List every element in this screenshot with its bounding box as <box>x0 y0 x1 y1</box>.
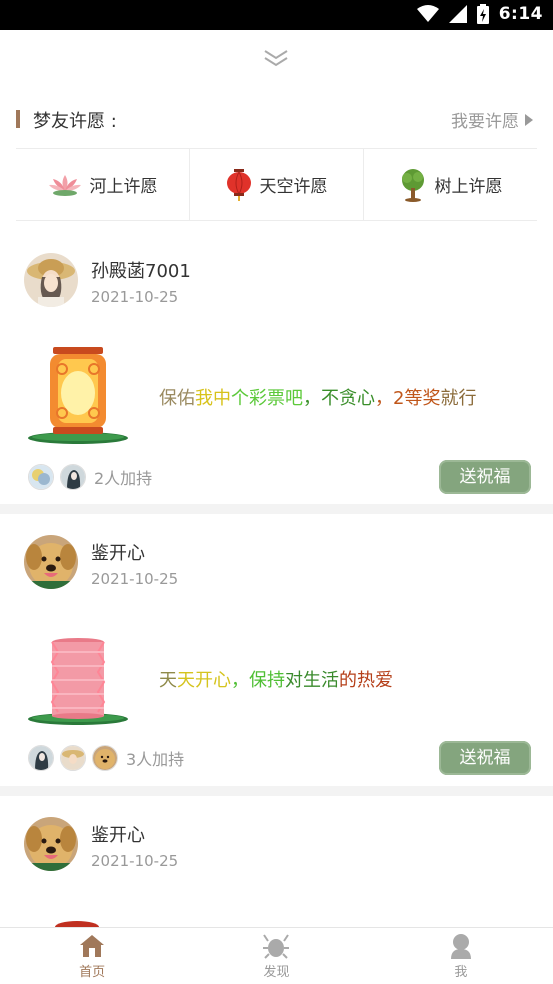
section-accent-bar <box>16 110 20 128</box>
wish-segment: 保佑 <box>159 388 195 409</box>
post-username: 孙殿菡7001 <box>91 261 191 282</box>
signal-icon <box>448 5 467 23</box>
category-tree-wish[interactable]: 树上许愿 <box>364 149 537 220</box>
home-icon <box>80 934 105 957</box>
wish-segment: 对生活 <box>285 670 339 691</box>
make-wish-label: 我要许愿 <box>451 112 519 132</box>
supporter-avatar[interactable] <box>60 464 86 490</box>
supporter-avatar[interactable] <box>28 745 54 771</box>
status-time: 6:14 <box>498 4 543 24</box>
post-username: 鉴开心 <box>91 825 145 846</box>
wish-segment: ，保持 <box>231 670 285 691</box>
tab-discover[interactable]: 发现 <box>184 928 368 984</box>
category-sky-wish[interactable]: 天空许愿 <box>190 149 364 220</box>
collapse-chevron-icon[interactable] <box>262 46 290 70</box>
wifi-icon <box>416 5 439 22</box>
section-header: 梦友许愿 : 我要许愿 <box>16 104 537 134</box>
wish-text: 保佑我中个彩票吧，不贪心，2等奖就行 <box>159 384 476 410</box>
post-date: 2021-10-25 <box>91 570 179 588</box>
avatar[interactable] <box>24 253 78 307</box>
category-label: 树上许愿 <box>434 177 503 197</box>
post-date: 2021-10-25 <box>91 288 179 306</box>
wish-segment: ，不贪心 <box>303 388 375 409</box>
post-username: 鉴开心 <box>91 543 145 564</box>
send-blessing-button[interactable]: 送祝福 <box>439 741 531 775</box>
tab-label: 发现 <box>263 964 290 980</box>
supporters-row: 2人加持 <box>28 464 152 490</box>
lantern-top-partial-icon <box>55 921 99 927</box>
lotus-icon <box>48 174 81 196</box>
make-wish-link[interactable]: 我要许愿 <box>451 107 533 132</box>
status-bar: 6:14 <box>0 0 553 30</box>
category-label: 河上许愿 <box>89 177 158 197</box>
send-blessing-button[interactable]: 送祝福 <box>439 460 531 494</box>
avatar[interactable] <box>24 535 78 589</box>
wish-text: 天天开心，保持对生活的热爱 <box>159 666 393 692</box>
wish-post-card: 鉴开心 2021-10-25 <box>0 796 553 927</box>
supporters-row: 3人加持 <box>28 745 184 771</box>
wish-segment: 的热爱 <box>339 670 393 691</box>
wish-segment: 个彩票吧 <box>231 388 303 409</box>
post-separator <box>0 786 553 796</box>
category-river-wish[interactable]: 河上许愿 <box>16 149 190 220</box>
tab-label: 首页 <box>79 964 106 980</box>
tree-icon <box>401 168 424 202</box>
sky-lantern-icon <box>226 168 251 201</box>
wish-post-card: 孙殿菡7001 2021-10-25 保佑我中个彩票吧，不贪心，2等奖就行 2人… <box>0 221 553 504</box>
support-count: 2人加持 <box>94 469 153 488</box>
supporter-avatar[interactable] <box>92 745 118 771</box>
wish-segment: 天开心 <box>177 670 231 691</box>
tab-label: 我 <box>454 964 468 980</box>
wish-segment: ，2等奖 <box>375 388 441 409</box>
post-date: 2021-10-25 <box>91 852 179 870</box>
tab-profile[interactable]: 我 <box>369 928 553 984</box>
avatar[interactable] <box>24 817 78 871</box>
wish-category-tabs: 河上许愿 天空许愿 树上许愿 <box>16 149 537 220</box>
battery-charging-icon <box>476 4 489 24</box>
wish-segment: 就行 <box>440 388 477 409</box>
bottom-tab-bar: 首页 发现 我 <box>0 927 553 984</box>
pink-lantern-icon <box>28 638 128 725</box>
supporter-avatar[interactable] <box>60 745 86 771</box>
wish-segment: 我中 <box>195 388 231 409</box>
post-separator <box>0 504 553 514</box>
profile-icon <box>450 933 471 959</box>
wish-segment: 天 <box>159 670 177 691</box>
discover-icon <box>263 933 290 959</box>
wish-post-card: 鉴开心 2021-10-25 天天开心，保持对生活的热爱 3人加持 送祝福 <box>0 514 553 786</box>
supporter-avatar[interactable] <box>28 464 54 490</box>
category-label: 天空许愿 <box>259 177 328 197</box>
orange-lantern-icon <box>28 347 128 444</box>
arrow-right-icon <box>525 113 533 126</box>
support-count: 3人加持 <box>126 750 185 769</box>
section-title: 梦友许愿 : <box>33 111 117 132</box>
tab-home[interactable]: 首页 <box>0 928 184 984</box>
